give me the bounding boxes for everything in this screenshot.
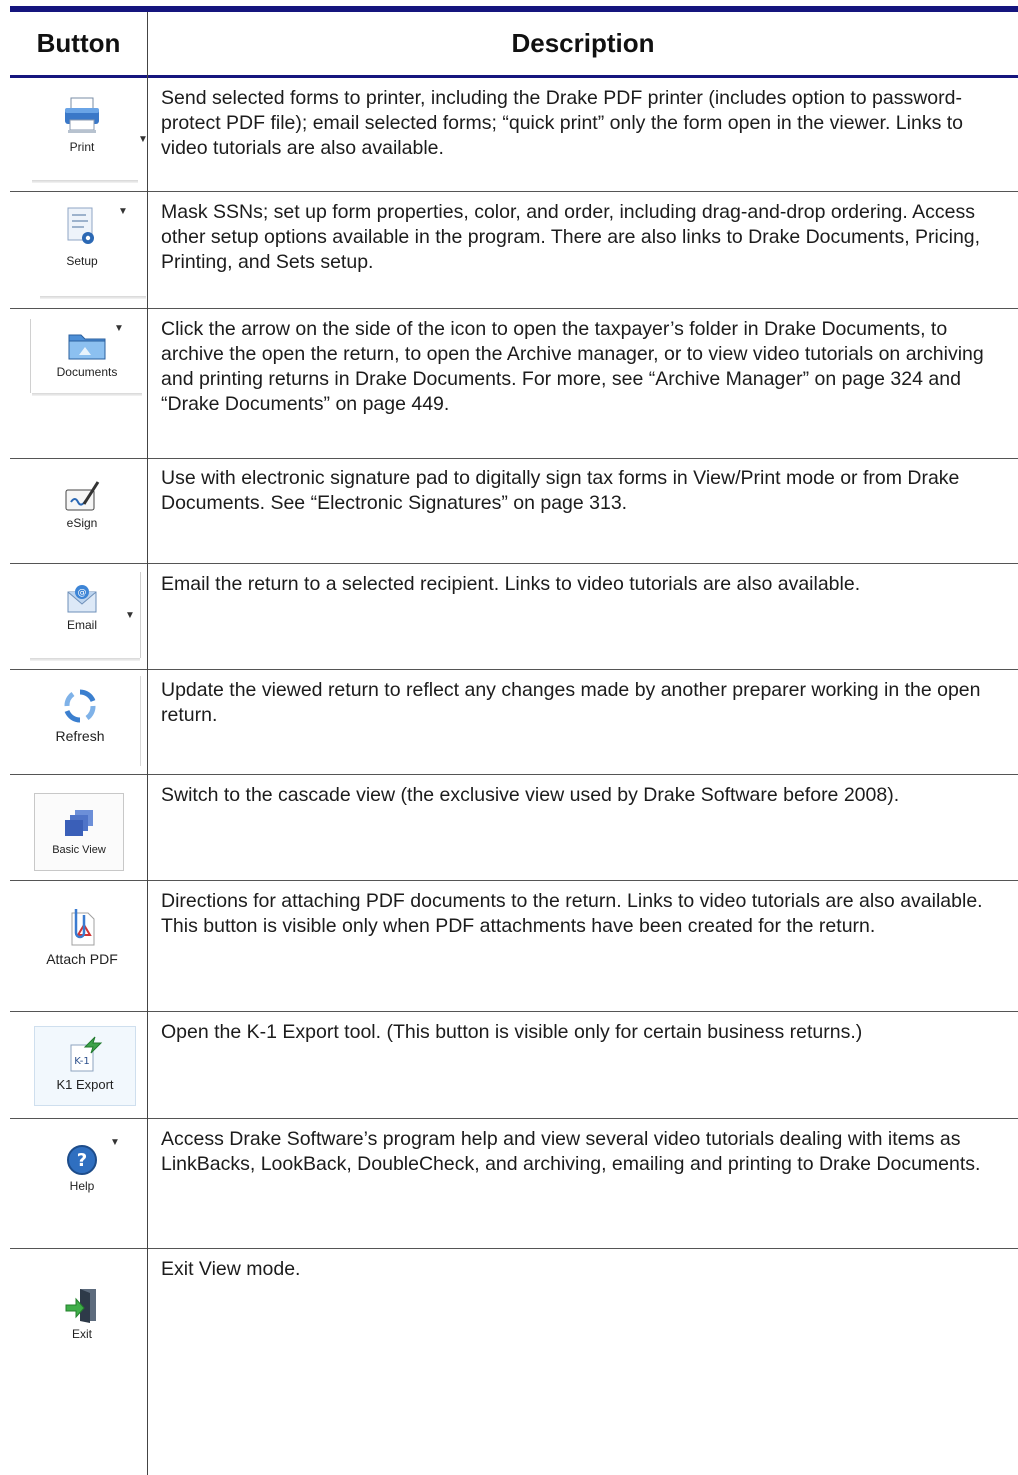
button-underline xyxy=(32,180,138,183)
button-cell: ? Help ▼ xyxy=(10,1119,147,1248)
email-button[interactable]: @ Email xyxy=(54,582,110,632)
basic-view-button[interactable]: Basic View xyxy=(34,793,124,871)
setup-icon xyxy=(67,207,94,244)
setup-button[interactable]: Setup xyxy=(54,204,110,268)
button-underline xyxy=(32,393,142,396)
help-button[interactable]: ? Help xyxy=(54,1143,110,1193)
table-row-email: @ Email ▼ Email the return to a selected… xyxy=(10,564,1018,670)
description-esign: Use with electronic signature pad to dig… xyxy=(161,467,960,514)
chevron-down-icon[interactable]: ▼ xyxy=(114,323,124,334)
table-row-exit: Exit Exit View mode. xyxy=(10,1249,1018,1475)
esign-button-label: eSign xyxy=(66,516,98,530)
documents-button[interactable]: Documents xyxy=(34,327,140,379)
table-row-documents: Documents ▼ Click the arrow on the side … xyxy=(10,309,1018,459)
description-print: Send selected forms to printer, includin… xyxy=(161,87,963,159)
button-cell: Exit xyxy=(10,1249,147,1475)
basic-view-button-label: Basic View xyxy=(52,844,106,856)
table-row-esign: eSign Use with electronic signature pad … xyxy=(10,458,1018,564)
description-documents: Click the arrow on the side of the icon … xyxy=(161,318,984,415)
description-attach-pdf: Directions for attaching PDF documents t… xyxy=(161,890,983,937)
column-divider xyxy=(147,12,148,1475)
button-cell: Attach PDF xyxy=(10,881,147,1011)
table-row-help: ? Help ▼ Access Drake Software’s program… xyxy=(10,1119,1018,1249)
description-refresh: Update the viewed return to reflect any … xyxy=(161,679,981,726)
chevron-down-icon[interactable]: ▼ xyxy=(125,610,135,621)
table-row-refresh: Refresh Update the viewed return to refl… xyxy=(10,670,1018,775)
print-button-label: Print xyxy=(69,140,95,154)
table-row-print: Print ▼ Send selected forms to printer, … xyxy=(10,78,1018,192)
buttons-table: Button Description Print ▼ Send selected… xyxy=(10,6,1018,1475)
k1-export-button-label: K1 Export xyxy=(56,1077,114,1092)
table-row-setup: Setup ▼ Mask SSNs; set up form propertie… xyxy=(10,192,1018,309)
chevron-down-icon[interactable]: ▼ xyxy=(110,1137,120,1148)
paperclip-pdf-icon xyxy=(71,909,95,946)
exit-button[interactable]: Exit xyxy=(54,1285,110,1341)
signature-pad-icon xyxy=(65,481,100,511)
refresh-button[interactable]: Refresh xyxy=(50,686,110,744)
cascade-windows-icon xyxy=(65,810,93,836)
description-email: Email the return to a selected recipient… xyxy=(161,573,861,595)
refresh-button-label: Refresh xyxy=(55,728,105,744)
table-row-k1-export: K-1 K1 Export Open the K-1 Export tool. … xyxy=(10,1012,1018,1119)
email-button-label: Email xyxy=(66,618,97,632)
refresh-icon xyxy=(64,689,96,723)
k1-export-button[interactable]: K-1 K1 Export xyxy=(34,1026,136,1106)
button-cell: Print ▼ xyxy=(10,78,148,191)
button-cell: Basic View xyxy=(10,775,147,880)
k1-export-icon: K-1 xyxy=(70,1036,103,1072)
help-icon: ? xyxy=(67,1145,97,1175)
svg-text:?: ? xyxy=(77,1150,87,1171)
button-cell: Refresh xyxy=(10,670,147,774)
help-button-label: Help xyxy=(69,1179,95,1193)
print-button[interactable]: Print xyxy=(54,94,110,154)
table-row-attach-pdf: Attach PDF Directions for attaching PDF … xyxy=(10,881,1018,1012)
exit-door-icon xyxy=(65,1289,96,1323)
description-help: Access Drake Software’s program help and… xyxy=(161,1128,981,1175)
table-row-basic-view: Basic View Switch to the cascade view (t… xyxy=(10,775,1018,881)
column-header-description: Description xyxy=(511,28,655,58)
description-k1-export: Open the K-1 Export tool. (This button i… xyxy=(161,1021,863,1043)
svg-text:K-1: K-1 xyxy=(74,1056,89,1067)
documents-button-label: Documents xyxy=(56,365,118,379)
setup-button-label: Setup xyxy=(66,254,98,268)
esign-button[interactable]: eSign xyxy=(54,478,110,530)
button-cell: eSign xyxy=(10,458,147,563)
button-underline xyxy=(30,658,140,661)
attach-pdf-button-label: Attach PDF xyxy=(46,951,118,967)
printer-icon xyxy=(65,97,99,133)
svg-text:@: @ xyxy=(78,588,87,598)
button-cell: Setup ▼ xyxy=(10,192,147,308)
email-envelope-icon: @ xyxy=(67,585,97,613)
chevron-down-icon[interactable]: ▼ xyxy=(118,206,128,217)
button-underline xyxy=(40,296,146,299)
exit-button-label: Exit xyxy=(71,1327,92,1341)
folder-icon xyxy=(68,334,106,360)
description-setup: Mask SSNs; set up form properties, color… xyxy=(161,201,981,273)
button-cell: @ Email ▼ xyxy=(10,564,147,669)
column-header-button: Button xyxy=(36,28,121,58)
button-cell: Documents ▼ xyxy=(10,309,147,458)
button-cell: K-1 K1 Export xyxy=(10,1012,147,1118)
attach-pdf-button[interactable]: Attach PDF xyxy=(32,905,132,967)
description-exit: Exit View mode. xyxy=(161,1258,301,1280)
description-basic-view: Switch to the cascade view (the exclusiv… xyxy=(161,784,900,806)
